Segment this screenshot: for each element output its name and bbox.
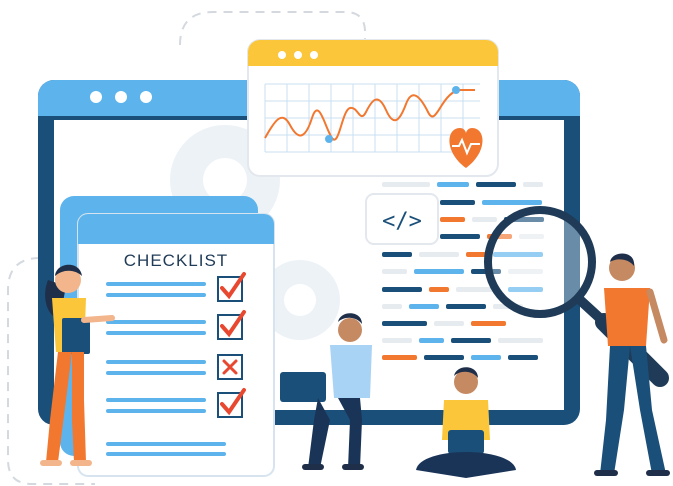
checklist-title: CHECKLIST [124, 251, 228, 270]
code-icon: </> [365, 193, 439, 245]
checklist-card: CHECKLIST [60, 196, 275, 477]
heart-rate-marker [325, 135, 333, 143]
heart-rate-marker [452, 86, 460, 94]
illustration: </> CHECKLIST [7, 11, 670, 485]
window-dots-icon [90, 91, 152, 103]
window-dots-icon [278, 51, 318, 59]
heart-monitor-window [247, 39, 499, 177]
code-icon-label: </> [382, 209, 422, 234]
